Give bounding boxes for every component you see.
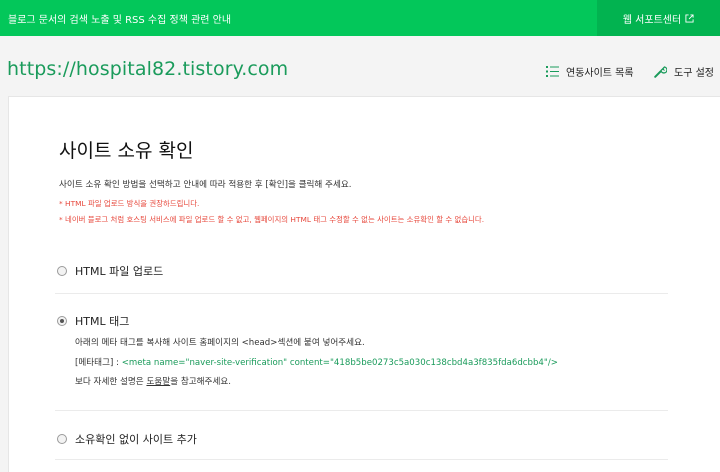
external-link-icon xyxy=(685,13,694,23)
radio-add-without-verification[interactable] xyxy=(57,434,67,444)
policy-notice-link[interactable]: 블로그 문서의 검색 노출 및 RSS 수집 정책 관련 안내 xyxy=(8,11,231,26)
divider xyxy=(55,293,668,294)
wrench-icon xyxy=(654,66,667,78)
meta-tag-line: [메타태그] : <meta name="naver-site-verifica… xyxy=(75,356,558,368)
meta-tag-prefix: [메타태그] : xyxy=(75,358,122,368)
radio-html-file-upload[interactable] xyxy=(57,266,67,276)
help-text-before: 보다 자세한 설명은 xyxy=(75,377,147,387)
help-link[interactable]: 도움말 xyxy=(146,377,170,387)
option-label: 소유확인 없이 사이트 추가 xyxy=(75,433,197,446)
recommend-note: * HTML 파일 업로드 방식을 권장하드립니다. xyxy=(59,199,200,208)
tool-settings-button[interactable]: 도구 설정 xyxy=(654,64,714,79)
ownership-card: 사이트 소유 확인 사이트 소유 확인 방법을 선택하고 안내에 따라 적용한 … xyxy=(8,96,720,472)
help-text-after: 을 참고해주세요. xyxy=(170,377,231,387)
divider xyxy=(55,459,668,460)
linked-sites-label: 연동사이트 목록 xyxy=(566,68,634,79)
help-line: 보다 자세한 설명은 도움말을 참고해주세요. xyxy=(75,375,231,387)
linked-sites-button[interactable]: 연동사이트 목록 xyxy=(546,64,634,79)
divider xyxy=(55,410,668,411)
page-description: 사이트 소유 확인 방법을 선택하고 안내에 따라 적용한 후 [확인]을 클릭… xyxy=(59,180,352,190)
list-icon xyxy=(546,66,559,77)
tool-settings-label: 도구 설정 xyxy=(674,68,714,79)
option-html-file-upload[interactable]: HTML 파일 업로드 xyxy=(57,263,163,279)
option-label: HTML 파일 업로드 xyxy=(75,265,164,278)
meta-tag-code[interactable]: <meta name="naver-site-verification" con… xyxy=(122,358,558,368)
page-title: 사이트 소유 확인 xyxy=(59,140,194,162)
webmaster-support-label: 웹 서포트센터 xyxy=(622,14,682,26)
site-header: https://hospital82.tistory.com 연동사이트 목록 … xyxy=(0,36,720,96)
meta-instruction: 아래의 메타 태그를 복사해 사이트 홈페이지의 <head>섹션에 붙여 넣어… xyxy=(75,338,365,348)
restriction-note: * 네이버 블로그 처럼 호스팅 서비스에 파일 업로드 할 수 없고, 웹페이… xyxy=(59,215,485,224)
webmaster-support-button[interactable]: 웹 서포트센터 xyxy=(597,0,720,36)
option-label: HTML 태그 xyxy=(75,315,130,328)
site-url: https://hospital82.tistory.com xyxy=(7,58,289,80)
top-notice-bar: 블로그 문서의 검색 노출 및 RSS 수집 정책 관련 안내 웹 서포트센터 xyxy=(0,0,720,36)
radio-html-tag[interactable] xyxy=(57,316,67,326)
option-add-without-verification[interactable]: 소유확인 없이 사이트 추가 xyxy=(57,431,197,447)
option-html-tag[interactable]: HTML 태그 xyxy=(57,313,129,329)
